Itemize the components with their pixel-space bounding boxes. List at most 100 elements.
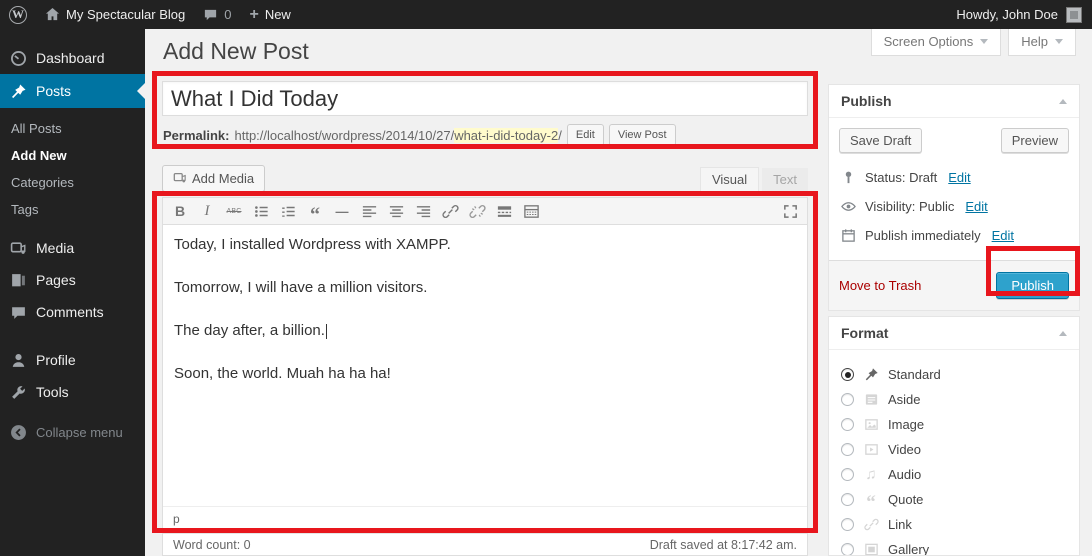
radio-icon[interactable] xyxy=(841,468,854,481)
format-option-standard[interactable]: Standard xyxy=(841,362,1067,387)
screen-options-label: Screen Options xyxy=(884,34,974,49)
calendar-icon xyxy=(841,228,856,243)
more-tag-button[interactable] xyxy=(491,200,517,223)
bullet-list-button[interactable] xyxy=(248,200,274,223)
publish-panel-header[interactable]: Publish xyxy=(829,85,1079,118)
collapse-panel-icon[interactable] xyxy=(1059,331,1067,336)
collapse-arrow-icon xyxy=(10,424,27,441)
site-name-link[interactable]: My Spectacular Blog xyxy=(36,0,194,29)
edit-visibility-link[interactable]: Edit xyxy=(965,199,987,214)
comments-admin-link[interactable]: 0 xyxy=(194,0,240,29)
sidebar-item-tags[interactable]: Tags xyxy=(0,196,145,223)
edit-schedule-link[interactable]: Edit xyxy=(992,228,1014,243)
radio-icon[interactable] xyxy=(841,518,854,531)
new-content-menu[interactable]: + New xyxy=(240,0,299,29)
add-media-label: Add Media xyxy=(192,171,254,186)
radio-checked-icon[interactable] xyxy=(841,368,854,381)
tab-text[interactable]: Text xyxy=(762,168,808,192)
tab-visual[interactable]: Visual xyxy=(700,167,759,192)
bold-button[interactable]: B xyxy=(167,200,193,223)
radio-icon[interactable] xyxy=(841,493,854,506)
post-visibility-row: Visibility: Public Edit xyxy=(839,192,1069,221)
numbered-list-button[interactable] xyxy=(275,200,301,223)
format-option-aside[interactable]: Aside xyxy=(841,387,1067,412)
sidebar-item-pages[interactable]: Pages xyxy=(0,264,145,296)
format-option-video[interactable]: Video xyxy=(841,437,1067,462)
sidebar-item-tools[interactable]: Tools xyxy=(0,376,145,408)
view-post-button[interactable]: View Post xyxy=(609,124,676,147)
edit-status-link[interactable]: Edit xyxy=(948,170,970,185)
radio-icon[interactable] xyxy=(841,543,854,556)
format-audio-icon: ♫ xyxy=(863,467,879,483)
format-option-label: Link xyxy=(888,517,912,532)
align-center-icon xyxy=(388,203,405,220)
sidebar-item-collapse-menu[interactable]: Collapse menu xyxy=(0,416,145,448)
distraction-free-icon xyxy=(782,203,799,220)
sidebar-item-add-new[interactable]: Add New xyxy=(0,142,145,169)
visibility-label: Visibility: xyxy=(865,199,915,214)
format-option-quote[interactable]: “ Quote xyxy=(841,487,1067,512)
blockquote-button[interactable]: “ xyxy=(302,200,328,223)
wordpress-logo-menu[interactable]: W xyxy=(0,0,36,29)
preview-button[interactable]: Preview xyxy=(1001,128,1069,153)
format-option-gallery[interactable]: Gallery xyxy=(841,537,1067,556)
distraction-free-button[interactable] xyxy=(777,200,803,223)
sidebar-item-categories[interactable]: Categories xyxy=(0,169,145,196)
sidebar-label: Profile xyxy=(36,352,76,368)
editor-mode-tabs: Visual Text xyxy=(700,167,808,192)
italic-button[interactable]: I xyxy=(194,200,220,223)
radio-icon[interactable] xyxy=(841,393,854,406)
post-title-input[interactable] xyxy=(162,81,808,116)
post-content-editor[interactable]: Today, I installed Wordpress with XAMPP.… xyxy=(163,225,807,506)
align-left-button[interactable] xyxy=(356,200,382,223)
collapse-panel-icon[interactable] xyxy=(1059,99,1067,104)
help-button[interactable]: Help xyxy=(1008,29,1076,56)
remove-link-button[interactable] xyxy=(464,200,490,223)
horizontal-rule-button[interactable]: — xyxy=(329,200,355,223)
content-paragraph: Tomorrow, I will have a million visitors… xyxy=(174,277,796,298)
wordpress-logo-icon: W xyxy=(9,6,27,24)
text-cursor xyxy=(326,324,327,339)
admin-bar-account[interactable]: Howdy, John Doe xyxy=(956,7,1092,23)
sidebar-item-media[interactable]: Media xyxy=(0,232,145,264)
status-text: Status: Draft xyxy=(865,170,937,185)
add-media-button[interactable]: Add Media xyxy=(162,165,265,192)
move-to-trash-link[interactable]: Move to Trash xyxy=(839,278,921,293)
screen-options-button[interactable]: Screen Options xyxy=(871,29,1002,56)
pages-icon xyxy=(10,272,27,289)
word-count-label: Word count: xyxy=(173,538,240,552)
editor-header-row: Add Media Visual Text xyxy=(162,165,808,192)
publish-panel: Publish Save Draft Preview Status: Draft… xyxy=(828,84,1080,311)
chevron-down-icon xyxy=(980,39,988,44)
strikethrough-button[interactable]: ABC xyxy=(221,200,247,223)
content-paragraph: Soon, the world. Muah ha ha ha! xyxy=(174,363,796,384)
edit-permalink-button[interactable]: Edit xyxy=(567,124,604,147)
save-draft-button[interactable]: Save Draft xyxy=(839,128,922,153)
sidebar-item-dashboard[interactable]: Dashboard xyxy=(0,42,145,74)
sidebar-item-all-posts[interactable]: All Posts xyxy=(0,115,145,142)
align-right-button[interactable] xyxy=(410,200,436,223)
radio-icon[interactable] xyxy=(841,443,854,456)
format-option-image[interactable]: Image xyxy=(841,412,1067,437)
publish-button[interactable]: Publish xyxy=(996,272,1069,299)
insert-link-button[interactable] xyxy=(437,200,463,223)
sidebar-item-profile[interactable]: Profile xyxy=(0,344,145,376)
toolbar-toggle-button[interactable] xyxy=(518,200,544,223)
sidebar-item-comments[interactable]: Comments xyxy=(0,296,145,328)
align-center-button[interactable] xyxy=(383,200,409,223)
sidebar-label: Pages xyxy=(36,272,76,288)
radio-icon[interactable] xyxy=(841,418,854,431)
format-option-audio[interactable]: ♫ Audio xyxy=(841,462,1067,487)
add-media-icon xyxy=(173,171,187,185)
dashboard-icon xyxy=(10,50,27,67)
sidebar-item-posts[interactable]: Posts xyxy=(0,74,145,108)
numbered-list-icon xyxy=(280,203,297,220)
screen-meta-tabs: Screen Options Help xyxy=(871,29,1076,56)
element-path-value[interactable]: p xyxy=(173,512,180,526)
visibility-text: Visibility: Public xyxy=(865,199,954,214)
posts-submenu: All Posts Add New Categories Tags xyxy=(0,108,145,232)
sidebar-label: Posts xyxy=(36,83,71,99)
format-link-icon xyxy=(863,517,879,533)
format-panel-header[interactable]: Format xyxy=(829,317,1079,350)
format-option-link[interactable]: Link xyxy=(841,512,1067,537)
